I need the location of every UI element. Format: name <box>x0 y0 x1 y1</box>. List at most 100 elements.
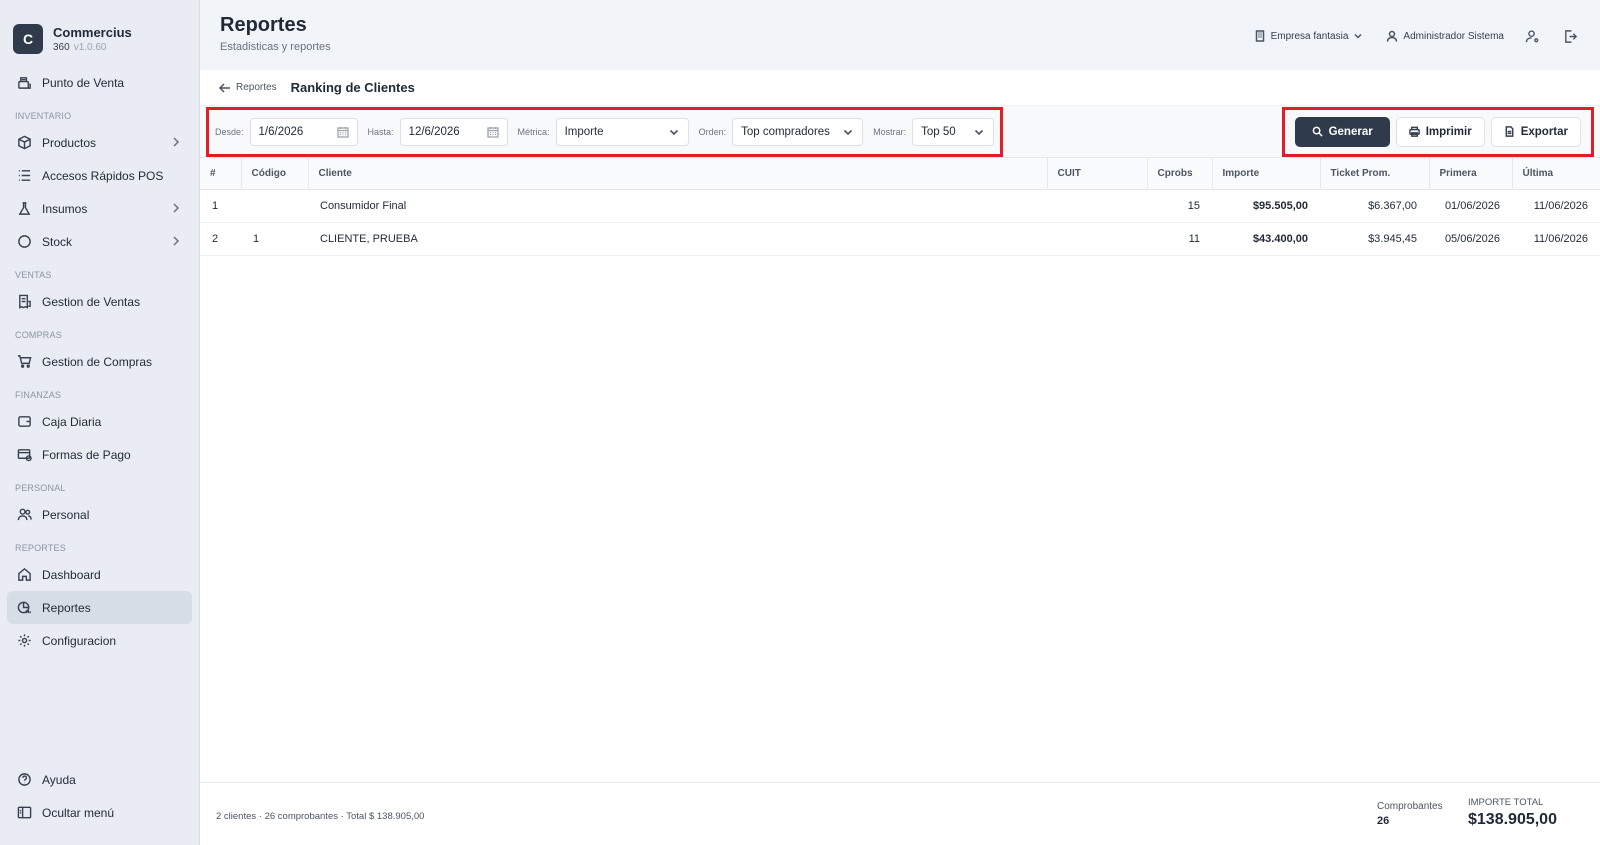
sidebar-item-personal[interactable]: Personal <box>7 498 192 531</box>
cell-cprobs: 15 <box>1147 189 1212 223</box>
sidebar-item-label: Ocultar menú <box>42 805 115 820</box>
cell-importe: $95.505,00 <box>1212 189 1320 223</box>
chart-icon <box>16 600 32 616</box>
sidebar-item-label: Productos <box>42 135 97 150</box>
sidebar-toggle-icon <box>16 805 32 821</box>
importe-total-value: $138.905,00 <box>1468 811 1557 828</box>
brand-name: Commercius <box>53 24 132 40</box>
sidebar-item-accesos-rapidos[interactable]: Accesos Rápidos POS <box>7 159 192 192</box>
arrow-left-icon <box>218 82 230 93</box>
logout-icon <box>1564 29 1577 43</box>
page-title: Reportes <box>220 14 307 36</box>
flask-icon <box>16 201 32 217</box>
imprimir-button[interactable]: Imprimir <box>1395 116 1485 147</box>
generar-button[interactable]: Generar <box>1294 116 1390 147</box>
col-ticket[interactable]: Ticket Prom. <box>1320 158 1430 190</box>
list-icon <box>16 168 32 184</box>
logout-button[interactable] <box>1560 26 1580 46</box>
metrica-select[interactable]: Importe <box>555 117 689 146</box>
col-primera[interactable]: Primera <box>1429 158 1513 190</box>
sidebar-item-caja-diaria[interactable]: Caja Diaria <box>7 405 192 438</box>
sidebar: C Commercius 360 v1.0.60 Punto de Venta I… <box>0 0 200 845</box>
sidebar-item-label: Configuracion <box>42 633 117 648</box>
sidebar-item-formas-pago[interactable]: Formas de Pago <box>7 438 192 471</box>
cell-ultima: 11/06/2026 <box>1512 222 1600 256</box>
col-cprobs[interactable]: Cprobs <box>1147 158 1213 190</box>
cell-ticket: $6.367,00 <box>1320 189 1429 223</box>
hasta-date-input[interactable]: 12/6/2026 <box>399 117 508 146</box>
company-selector[interactable]: Empresa fantasia <box>1254 30 1365 42</box>
top-header: Reportes Estadisticas y reportes Empresa… <box>200 0 1600 70</box>
section-compras: COMPRAS <box>15 330 62 340</box>
user-name: Administrador Sistema <box>1403 30 1504 42</box>
gear-icon <box>16 633 32 649</box>
orden-select[interactable]: Top compradores <box>732 117 864 146</box>
table-row[interactable]: 2 1 CLIENTE, PRUEBA 11 $43.400,00 $3.945… <box>200 222 1600 256</box>
receipt-icon <box>16 294 32 310</box>
users-icon <box>16 507 32 523</box>
sidebar-item-label: Personal <box>42 507 90 522</box>
sidebar-item-gestion-ventas[interactable]: Gestion de Ventas <box>7 285 192 318</box>
footer-summary: 2 clientes · 26 comprobantes · Total $ 1… <box>216 811 425 822</box>
comprobantes-stat: Comprobantes 26 <box>1377 801 1443 827</box>
calendar-icon <box>336 126 349 138</box>
sidebar-item-reportes[interactable]: Reportes <box>7 591 192 624</box>
sidebar-item-productos[interactable]: Productos <box>7 126 192 159</box>
col-ultima[interactable]: Última <box>1512 158 1600 190</box>
col-importe[interactable]: Importe <box>1212 158 1321 190</box>
sidebar-item-insumos[interactable]: Insumos <box>7 192 192 225</box>
sidebar-item-punto-de-venta[interactable]: Punto de Venta <box>7 66 192 99</box>
sidebar-item-label: Gestion de Ventas <box>42 294 141 309</box>
home-icon <box>16 567 32 583</box>
comprobantes-label: Comprobantes <box>1377 801 1443 812</box>
sidebar-item-gestion-compras[interactable]: Gestion de Compras <box>7 345 192 378</box>
search-icon <box>1312 126 1323 137</box>
breadcrumb: Reportes Ranking de Clientes <box>200 70 1600 106</box>
importe-total-stat: IMPORTE TOTAL $138.905,00 <box>1468 797 1557 829</box>
sidebar-item-label: Reportes <box>42 600 91 615</box>
file-export-icon <box>1505 126 1514 137</box>
building-icon <box>1255 30 1264 42</box>
chevron-right-icon <box>170 202 182 214</box>
sidebar-item-stock[interactable]: Stock <box>7 225 192 258</box>
action-group: Generar Imprimir Exportar <box>1281 106 1594 157</box>
col-rank[interactable]: # <box>200 158 242 190</box>
sidebar-item-ocultar-menu[interactable]: Ocultar menú <box>7 796 192 829</box>
user-icon <box>1387 30 1398 42</box>
col-cuit[interactable]: CUIT <box>1047 158 1148 190</box>
cell-cliente: CLIENTE, PRUEBA <box>308 222 1047 256</box>
col-codigo[interactable]: Código <box>241 158 309 190</box>
desde-date-input[interactable]: 1/6/2026 <box>249 117 358 146</box>
sidebar-item-ayuda[interactable]: Ayuda <box>7 763 192 796</box>
user-settings-button[interactable] <box>1522 26 1542 46</box>
cell-cuit <box>1047 222 1147 256</box>
table-row[interactable]: 1 Consumidor Final 15 $95.505,00 $6.367,… <box>200 189 1600 223</box>
orden-label: Orden: <box>698 126 727 137</box>
section-reportes: REPORTES <box>15 543 66 553</box>
cell-cuit <box>1047 189 1147 223</box>
metrica-label: Métrica: <box>517 126 550 137</box>
wallet-icon <box>16 414 32 430</box>
main-content: Reportes Estadisticas y reportes Empresa… <box>200 0 1600 845</box>
brand-logo: C <box>13 23 43 54</box>
mostrar-select[interactable]: Top 50 <box>912 117 995 146</box>
brand: C Commercius 360 v1.0.60 <box>0 0 199 62</box>
back-button[interactable]: Reportes <box>218 81 277 95</box>
sidebar-item-dashboard[interactable]: Dashboard <box>7 558 192 591</box>
ranking-table: # Código Cliente CUIT Cprobs Importe Tic… <box>200 158 1600 256</box>
chevron-right-icon <box>170 235 182 247</box>
user-menu[interactable]: Administrador Sistema <box>1386 30 1504 42</box>
report-title: Ranking de Clientes <box>290 80 415 95</box>
sidebar-item-configuracion[interactable]: Configuracion <box>7 624 192 657</box>
brand-version: v1.0.60 <box>73 41 107 53</box>
section-finanzas: FINANZAS <box>15 390 62 400</box>
sidebar-item-label: Caja Diaria <box>42 414 102 429</box>
comprobantes-value: 26 <box>1377 815 1390 827</box>
section-inventario: INVENTARIO <box>15 111 72 121</box>
help-icon <box>16 772 32 788</box>
cell-primera: 05/06/2026 <box>1429 222 1512 256</box>
exportar-button[interactable]: Exportar <box>1490 116 1581 147</box>
chevron-down-icon <box>1354 33 1362 39</box>
col-cliente[interactable]: Cliente <box>308 158 1048 190</box>
brand-sub: 360 <box>53 41 70 53</box>
